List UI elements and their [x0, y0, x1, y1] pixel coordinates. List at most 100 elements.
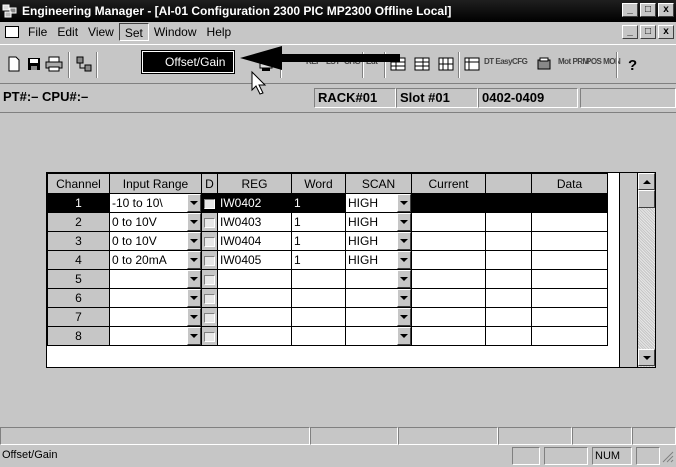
scan-dropdown-button[interactable]: [397, 194, 411, 212]
menu-edit[interactable]: Edit: [52, 23, 83, 41]
scroll-thumb[interactable]: [638, 190, 655, 208]
current-cell[interactable]: [411, 326, 486, 346]
table-row[interactable]: 40 to 20mA IW0405 1 HIGH: [47, 250, 608, 270]
input-range-select[interactable]: [109, 326, 202, 346]
input-range-dropdown-button[interactable]: [187, 251, 201, 269]
d-checkbox-cell[interactable]: [201, 307, 218, 327]
input-range-dropdown-button[interactable]: [187, 232, 201, 250]
blank-cell[interactable]: [485, 212, 532, 232]
current-cell[interactable]: [411, 269, 486, 289]
d-checkbox[interactable]: [204, 331, 215, 342]
scan-dropdown-button[interactable]: [397, 251, 411, 269]
data-cell[interactable]: [531, 307, 608, 327]
current-cell[interactable]: [411, 193, 486, 213]
data-cell[interactable]: [531, 288, 608, 308]
new-file-icon[interactable]: [4, 54, 24, 74]
scan-select[interactable]: HIGH: [345, 193, 412, 213]
menu-help[interactable]: Help: [202, 23, 237, 41]
reg-cell[interactable]: IW0404: [217, 231, 292, 251]
menu-set[interactable]: Set: [118, 23, 149, 41]
resize-grip-icon[interactable]: [662, 451, 674, 466]
input-range-dropdown-button[interactable]: [187, 213, 201, 231]
input-range-select[interactable]: [109, 269, 202, 289]
input-range-dropdown-button[interactable]: [187, 194, 201, 212]
word-cell[interactable]: [291, 307, 346, 327]
channel-cell[interactable]: 4: [47, 250, 110, 270]
mdi-close-button[interactable]: x: [658, 25, 674, 39]
scroll-down-button[interactable]: [638, 349, 655, 366]
minimize-button[interactable]: _: [622, 3, 638, 17]
menu-view[interactable]: View: [83, 23, 119, 41]
d-checkbox-cell[interactable]: [201, 193, 218, 213]
data-cell[interactable]: [531, 326, 608, 346]
d-checkbox[interactable]: [204, 274, 215, 285]
d-checkbox-cell[interactable]: [201, 269, 218, 289]
d-checkbox-cell[interactable]: [201, 288, 218, 308]
table-row[interactable]: 20 to 10V IW0403 1 HIGH: [47, 212, 608, 232]
channel-cell[interactable]: 3: [47, 231, 110, 251]
input-range-select[interactable]: [109, 288, 202, 308]
d-checkbox[interactable]: [204, 236, 215, 247]
help-question-icon[interactable]: ?: [622, 54, 642, 74]
blank-cell[interactable]: [485, 326, 532, 346]
scan-select[interactable]: [345, 307, 412, 327]
maximize-button[interactable]: □: [640, 3, 656, 17]
input-range-select[interactable]: 0 to 20mA: [109, 250, 202, 270]
mot-prm-button[interactable]: Mot PRM: [558, 57, 589, 66]
print-icon[interactable]: [44, 54, 64, 74]
d-checkbox-cell[interactable]: [201, 326, 218, 346]
offset-gain-menu-item[interactable]: Offset/Gain: [141, 50, 235, 74]
scan-select[interactable]: [345, 326, 412, 346]
blank-cell[interactable]: [485, 250, 532, 270]
scan-select[interactable]: [345, 269, 412, 289]
close-button[interactable]: x: [658, 3, 674, 17]
table-row[interactable]: 6: [47, 288, 608, 308]
d-checkbox-cell[interactable]: [201, 231, 218, 251]
channel-cell[interactable]: 5: [47, 269, 110, 289]
input-range-select[interactable]: 0 to 10V: [109, 231, 202, 251]
scan-dropdown-button[interactable]: [397, 289, 411, 307]
reg-cell[interactable]: IW0402: [217, 193, 292, 213]
table-row[interactable]: 8: [47, 326, 608, 346]
grid-vertical-scrollbar[interactable]: [637, 173, 655, 367]
scan-select[interactable]: HIGH: [345, 231, 412, 251]
header-reg[interactable]: REG: [217, 173, 292, 194]
word-cell[interactable]: 1: [291, 231, 346, 251]
word-cell[interactable]: [291, 288, 346, 308]
channel-cell[interactable]: 1: [47, 193, 110, 213]
current-cell[interactable]: [411, 307, 486, 327]
blank-cell[interactable]: [485, 193, 532, 213]
current-cell[interactable]: [411, 288, 486, 308]
word-cell[interactable]: 1: [291, 250, 346, 270]
data-cell[interactable]: [531, 231, 608, 251]
reg-cell[interactable]: [217, 288, 292, 308]
scan-dropdown-button[interactable]: [397, 232, 411, 250]
channel-cell[interactable]: 6: [47, 288, 110, 308]
scan-select[interactable]: HIGH: [345, 212, 412, 232]
input-range-select[interactable]: [109, 307, 202, 327]
module-config-icon[interactable]: [534, 54, 554, 74]
d-checkbox-cell[interactable]: [201, 212, 218, 232]
header-word[interactable]: Word: [291, 173, 346, 194]
scroll-up-button[interactable]: [638, 173, 655, 190]
word-cell[interactable]: 1: [291, 212, 346, 232]
word-cell[interactable]: [291, 269, 346, 289]
input-range-dropdown-button[interactable]: [187, 270, 201, 288]
scan-select[interactable]: HIGH: [345, 250, 412, 270]
scan-dropdown-button[interactable]: [397, 308, 411, 326]
mdi-minimize-button[interactable]: _: [622, 25, 638, 39]
menu-file[interactable]: File: [23, 23, 52, 41]
reg-cell[interactable]: [217, 269, 292, 289]
reg-cell[interactable]: IW0403: [217, 212, 292, 232]
header-current[interactable]: Current: [411, 173, 486, 194]
reg-cell[interactable]: [217, 307, 292, 327]
d-checkbox[interactable]: [204, 217, 215, 228]
current-cell[interactable]: [411, 250, 486, 270]
menu-window[interactable]: Window: [149, 23, 202, 41]
data-cell[interactable]: [531, 212, 608, 232]
blank-cell[interactable]: [485, 269, 532, 289]
table-row[interactable]: 7: [47, 307, 608, 327]
document-menu-icon[interactable]: [5, 26, 19, 38]
d-checkbox-cell[interactable]: [201, 250, 218, 270]
word-cell[interactable]: [291, 326, 346, 346]
